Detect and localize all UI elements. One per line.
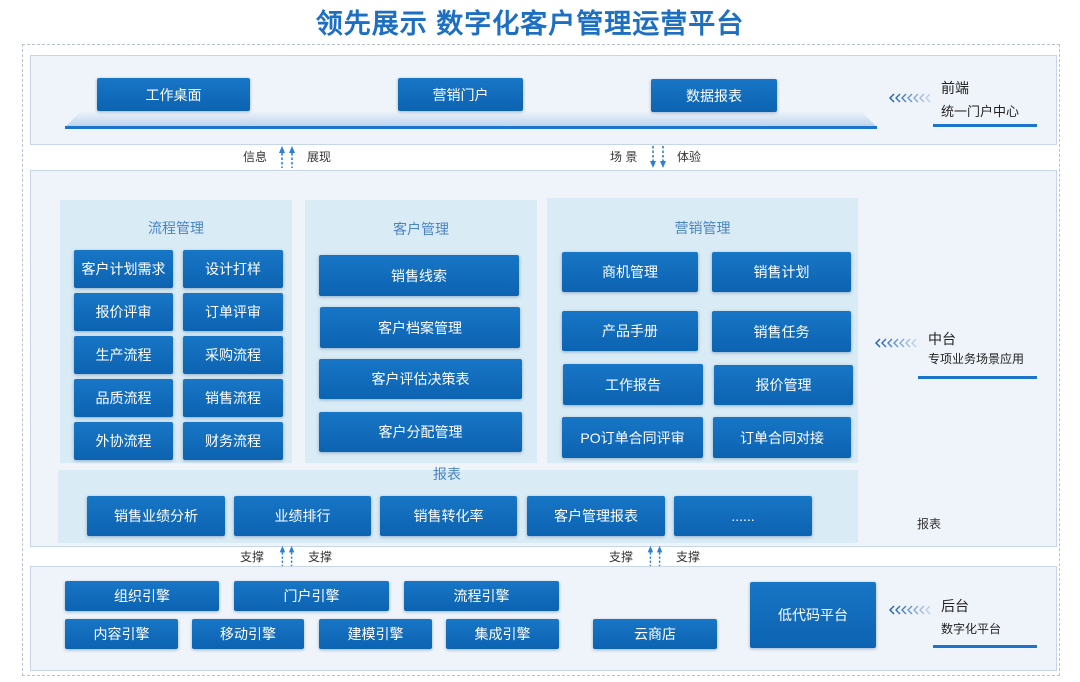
customer-node: 销售线索 bbox=[319, 255, 519, 296]
process-node: 生产流程 bbox=[74, 336, 173, 374]
marketing-node: PO订单合同评审 bbox=[562, 417, 703, 458]
marketing-panel-title: 营销管理 bbox=[674, 220, 731, 236]
front-platform-line bbox=[65, 126, 877, 129]
engine-node: 建模引擎 bbox=[319, 619, 432, 649]
connector-label: 支撑 bbox=[240, 550, 265, 564]
report-node: ...... bbox=[674, 496, 812, 536]
back-layer-name: 后台 bbox=[941, 598, 969, 614]
report-node: 销售转化率 bbox=[380, 496, 517, 536]
chevrons-left-icon bbox=[888, 604, 934, 616]
marketing-node: 报价管理 bbox=[714, 365, 853, 405]
engine-node: 集成引擎 bbox=[446, 619, 559, 649]
marketing-node: 销售计划 bbox=[712, 252, 851, 292]
connector-label: 信息 bbox=[243, 150, 268, 164]
page-title: 领先展示 数字化客户管理运营平台 bbox=[315, 9, 745, 39]
engine-node: 移动引擎 bbox=[192, 619, 304, 649]
customer-node: 客户档案管理 bbox=[320, 307, 520, 348]
front-layer-underline bbox=[933, 124, 1037, 127]
process-node: 报价评审 bbox=[74, 293, 173, 331]
chevrons-left-icon bbox=[874, 337, 920, 349]
marketing-node: 销售任务 bbox=[712, 311, 851, 352]
process-node: 品质流程 bbox=[74, 379, 173, 417]
connector-label: 展现 bbox=[307, 150, 332, 164]
report-node: 销售业绩分析 bbox=[87, 496, 225, 536]
report-node: 客户管理报表 bbox=[527, 496, 665, 536]
front-layer-name: 前端 bbox=[941, 80, 969, 96]
middle-layer-desc: 专项业务场景应用 bbox=[928, 352, 1025, 366]
process-node: 采购流程 bbox=[183, 336, 283, 374]
customer-node: 客户分配管理 bbox=[319, 412, 522, 452]
engine-node: 流程引擎 bbox=[404, 581, 559, 611]
marketing-node: 订单合同对接 bbox=[713, 417, 851, 458]
engine-node: 门户引擎 bbox=[234, 581, 389, 611]
connector-label: 支撑 bbox=[308, 550, 333, 564]
cloud-store-node: 云商店 bbox=[593, 619, 717, 649]
process-node: 财务流程 bbox=[183, 422, 283, 460]
connector-label: 支撑 bbox=[609, 550, 634, 564]
front-node: 数据报表 bbox=[651, 79, 777, 112]
middle-side-label: 报表 bbox=[917, 517, 942, 531]
engine-node: 组织引擎 bbox=[65, 581, 219, 611]
front-layer-desc: 统一门户中心 bbox=[941, 104, 1020, 119]
report-panel-title: 报表 bbox=[433, 466, 461, 482]
report-node: 业绩排行 bbox=[234, 496, 371, 536]
customer-node: 客户评估决策表 bbox=[319, 359, 522, 399]
arrows-up-icon bbox=[277, 545, 297, 567]
connector-label: 支撑 bbox=[676, 550, 701, 564]
process-node: 销售流程 bbox=[183, 379, 283, 417]
front-node: 营销门户 bbox=[398, 78, 523, 111]
low-code-platform-node: 低代码平台 bbox=[750, 582, 876, 648]
marketing-node: 商机管理 bbox=[562, 252, 698, 292]
back-layer-desc: 数字化平台 bbox=[941, 622, 1002, 636]
engine-node: 内容引擎 bbox=[65, 619, 178, 649]
front-node: 工作桌面 bbox=[97, 78, 250, 111]
process-node: 客户计划需求 bbox=[74, 250, 173, 288]
marketing-node: 工作报告 bbox=[563, 364, 703, 405]
process-node: 订单评审 bbox=[183, 293, 283, 331]
process-panel-title: 流程管理 bbox=[148, 220, 204, 236]
arrows-up-icon bbox=[277, 145, 297, 169]
middle-layer-name: 中台 bbox=[928, 331, 956, 347]
customer-panel-title: 客户管理 bbox=[393, 221, 449, 237]
arrows-up-icon bbox=[645, 545, 665, 567]
front-platform-glow bbox=[65, 111, 877, 127]
architecture-diagram: 领先展示 数字化客户管理运营平台 工作桌面 营销门户 数据报表 前端 统一门户中… bbox=[0, 0, 1080, 682]
process-node: 设计打样 bbox=[183, 250, 283, 288]
chevrons-left-icon bbox=[888, 92, 934, 104]
arrows-down-icon bbox=[648, 145, 668, 169]
marketing-node: 产品手册 bbox=[562, 311, 698, 351]
process-node: 外协流程 bbox=[74, 422, 173, 460]
connector-label: 体验 bbox=[677, 150, 702, 164]
middle-layer-underline bbox=[918, 376, 1037, 379]
back-layer-underline bbox=[933, 645, 1037, 648]
connector-label: 场 景 bbox=[610, 150, 638, 164]
